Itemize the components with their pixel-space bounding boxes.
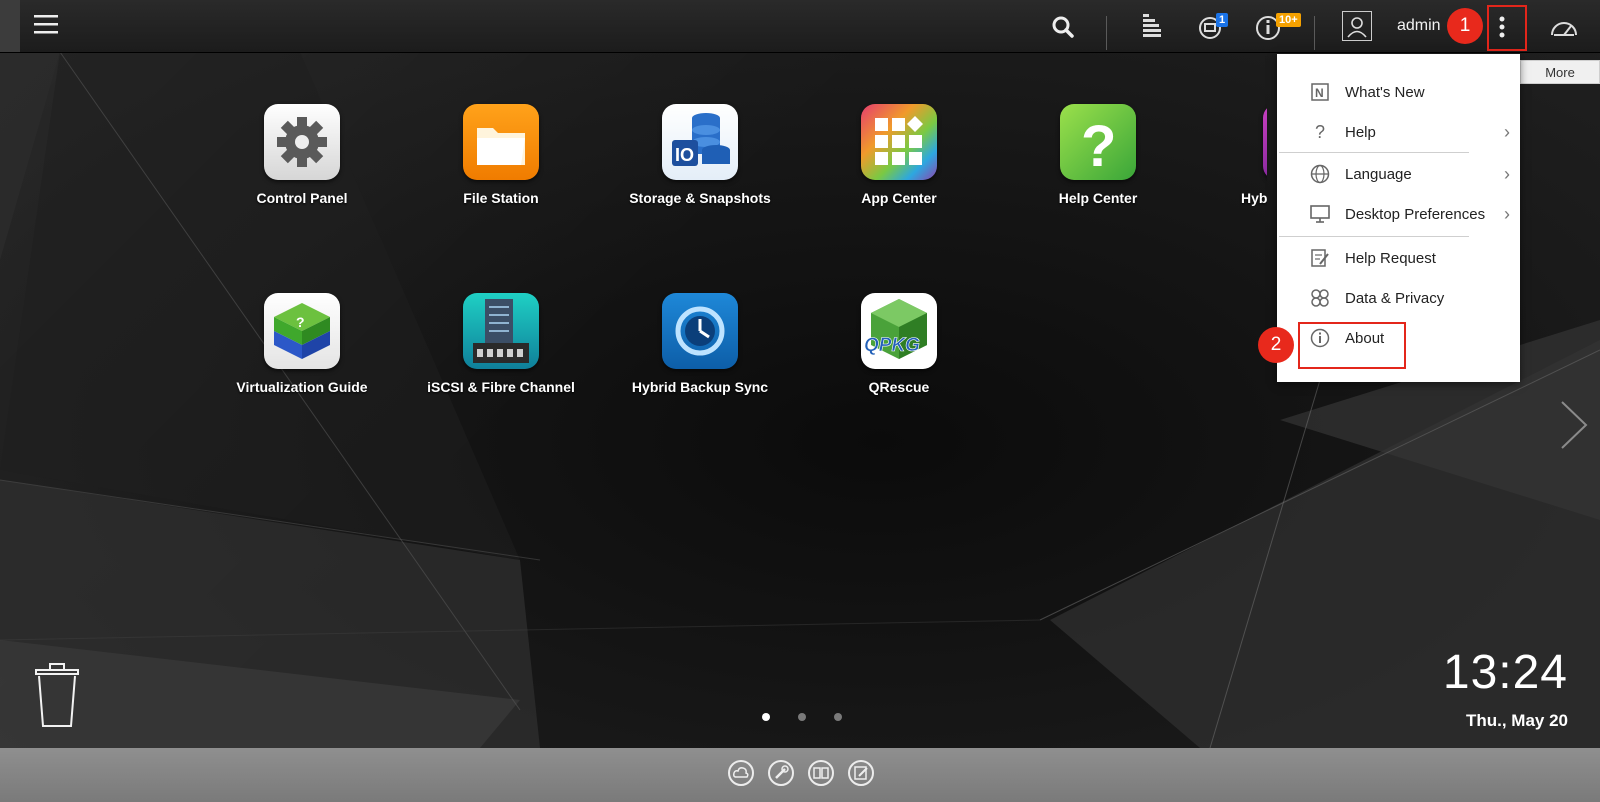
chevron-right-icon[interactable] xyxy=(1558,398,1590,457)
svg-text:?: ? xyxy=(296,314,305,330)
app-label: Hybrid xyxy=(1241,190,1267,206)
question-icon: ? xyxy=(1060,104,1136,180)
devices-badge: 1 xyxy=(1216,13,1229,27)
app-label: Help Center xyxy=(1058,190,1138,206)
app-label: Virtualization Guide xyxy=(236,379,368,395)
menu-item-language[interactable]: Language › xyxy=(1277,154,1520,194)
search-icon[interactable] xyxy=(1050,14,1076,40)
hamburger-icon[interactable] xyxy=(32,12,60,36)
whats-new-icon: N xyxy=(1309,81,1331,103)
top-bar: 1 10+ admin xyxy=(0,0,1600,53)
chevron-right-icon: › xyxy=(1504,163,1510,184)
menu-item-label: Data & Privacy xyxy=(1345,289,1445,307)
backup-clock-icon xyxy=(662,293,738,369)
app-file-station[interactable]: File Station xyxy=(411,104,591,206)
step-marker-2: 2 xyxy=(1258,327,1294,363)
dashboard-gauge-icon[interactable] xyxy=(1548,12,1580,42)
app-help-center[interactable]: ? Help Center xyxy=(1008,104,1188,206)
qpkg-box-icon: QPKG xyxy=(861,293,937,369)
trash-icon[interactable] xyxy=(30,660,84,735)
clock-date: Thu., May 20 xyxy=(1465,711,1568,730)
menu-item-label: Help Request xyxy=(1345,249,1436,267)
menu-divider xyxy=(1279,152,1469,153)
menu-item-label: Language xyxy=(1345,165,1412,183)
app-iscsi-fibre-channel[interactable]: iSCSI & Fibre Channel xyxy=(411,293,591,395)
feedback-icon[interactable] xyxy=(848,760,874,786)
desktop: 1 10+ admin 1 More Control Panel File St… xyxy=(0,0,1600,802)
app-hybrid[interactable]: Hybrid xyxy=(1207,104,1267,206)
page-dot[interactable] xyxy=(834,713,842,721)
privacy-icon xyxy=(1309,287,1331,309)
page-dot-active[interactable] xyxy=(762,713,770,721)
menu-divider xyxy=(1279,236,1469,237)
app-label: QRescue xyxy=(868,379,930,395)
background-tasks-icon[interactable] xyxy=(1138,12,1166,40)
app-grid-icon xyxy=(861,104,937,180)
gear-icon xyxy=(264,104,340,180)
menu-item-help-request[interactable]: Help Request xyxy=(1277,238,1520,278)
globe-icon xyxy=(1309,163,1331,185)
more-tooltip: More xyxy=(1520,60,1600,84)
app-qrescue[interactable]: QPKG QRescue xyxy=(809,293,989,395)
chevron-right-icon: › xyxy=(1504,121,1510,142)
step-marker-1: 1 xyxy=(1447,8,1483,44)
app-label: Control Panel xyxy=(256,190,348,206)
divider xyxy=(1106,16,1107,50)
app-app-center[interactable]: App Center xyxy=(809,104,989,206)
bottom-dock xyxy=(0,748,1600,802)
menu-item-label: Desktop Preferences xyxy=(1345,205,1486,223)
edit-note-icon xyxy=(1309,247,1331,269)
monitor-icon xyxy=(1309,203,1331,225)
app-label: Storage & Snapshots xyxy=(629,190,771,206)
tools-icon[interactable] xyxy=(768,760,794,786)
divider xyxy=(1314,16,1315,50)
clock-time: 13:24 xyxy=(1442,646,1568,699)
hybrid-app-icon xyxy=(1263,104,1267,180)
menu-item-label: What's New xyxy=(1345,83,1425,101)
cloud-link-icon[interactable] xyxy=(728,760,754,786)
menu-item-data-privacy[interactable]: Data & Privacy xyxy=(1277,278,1520,318)
app-control-panel[interactable]: Control Panel xyxy=(212,104,392,206)
question-mark-icon: ? xyxy=(1314,121,1325,142)
app-virtualization-guide[interactable]: ? Virtualization Guide xyxy=(212,293,392,395)
chevron-right-icon: › xyxy=(1504,203,1510,224)
user-icon[interactable] xyxy=(1342,11,1372,41)
app-label: File Station xyxy=(463,190,539,206)
virtualization-cube-icon: ? xyxy=(264,293,340,369)
app-hybrid-backup-sync[interactable]: Hybrid Backup Sync xyxy=(610,293,790,395)
qpkg-text: QPKG xyxy=(864,335,920,356)
iscsi-server-icon xyxy=(463,293,539,369)
menu-item-label: Help xyxy=(1345,123,1376,141)
storage-icon: IO xyxy=(662,104,738,180)
app-label: App Center xyxy=(861,190,937,206)
svg-text:IO: IO xyxy=(675,145,694,165)
menu-item-desktop-preferences[interactable]: Desktop Preferences › xyxy=(1277,194,1520,234)
page-dot[interactable] xyxy=(798,713,806,721)
svg-text:N: N xyxy=(1315,86,1324,100)
notifications-badge: 10+ xyxy=(1276,13,1301,27)
highlight-box-about xyxy=(1298,322,1406,369)
folder-icon xyxy=(463,104,539,180)
app-label: iSCSI & Fibre Channel xyxy=(427,379,575,395)
menu-item-whats-new[interactable]: N What's New xyxy=(1277,72,1520,112)
user-name[interactable]: admin xyxy=(1397,17,1441,35)
top-bar-edge xyxy=(0,0,20,52)
menu-item-help[interactable]: ? Help › xyxy=(1277,112,1520,152)
manual-book-icon[interactable] xyxy=(808,760,834,786)
app-storage-snapshots[interactable]: IO Storage & Snapshots xyxy=(610,104,790,206)
svg-text:?: ? xyxy=(1081,114,1116,179)
app-label: Hybrid Backup Sync xyxy=(631,379,769,395)
highlight-box-more xyxy=(1487,5,1527,51)
